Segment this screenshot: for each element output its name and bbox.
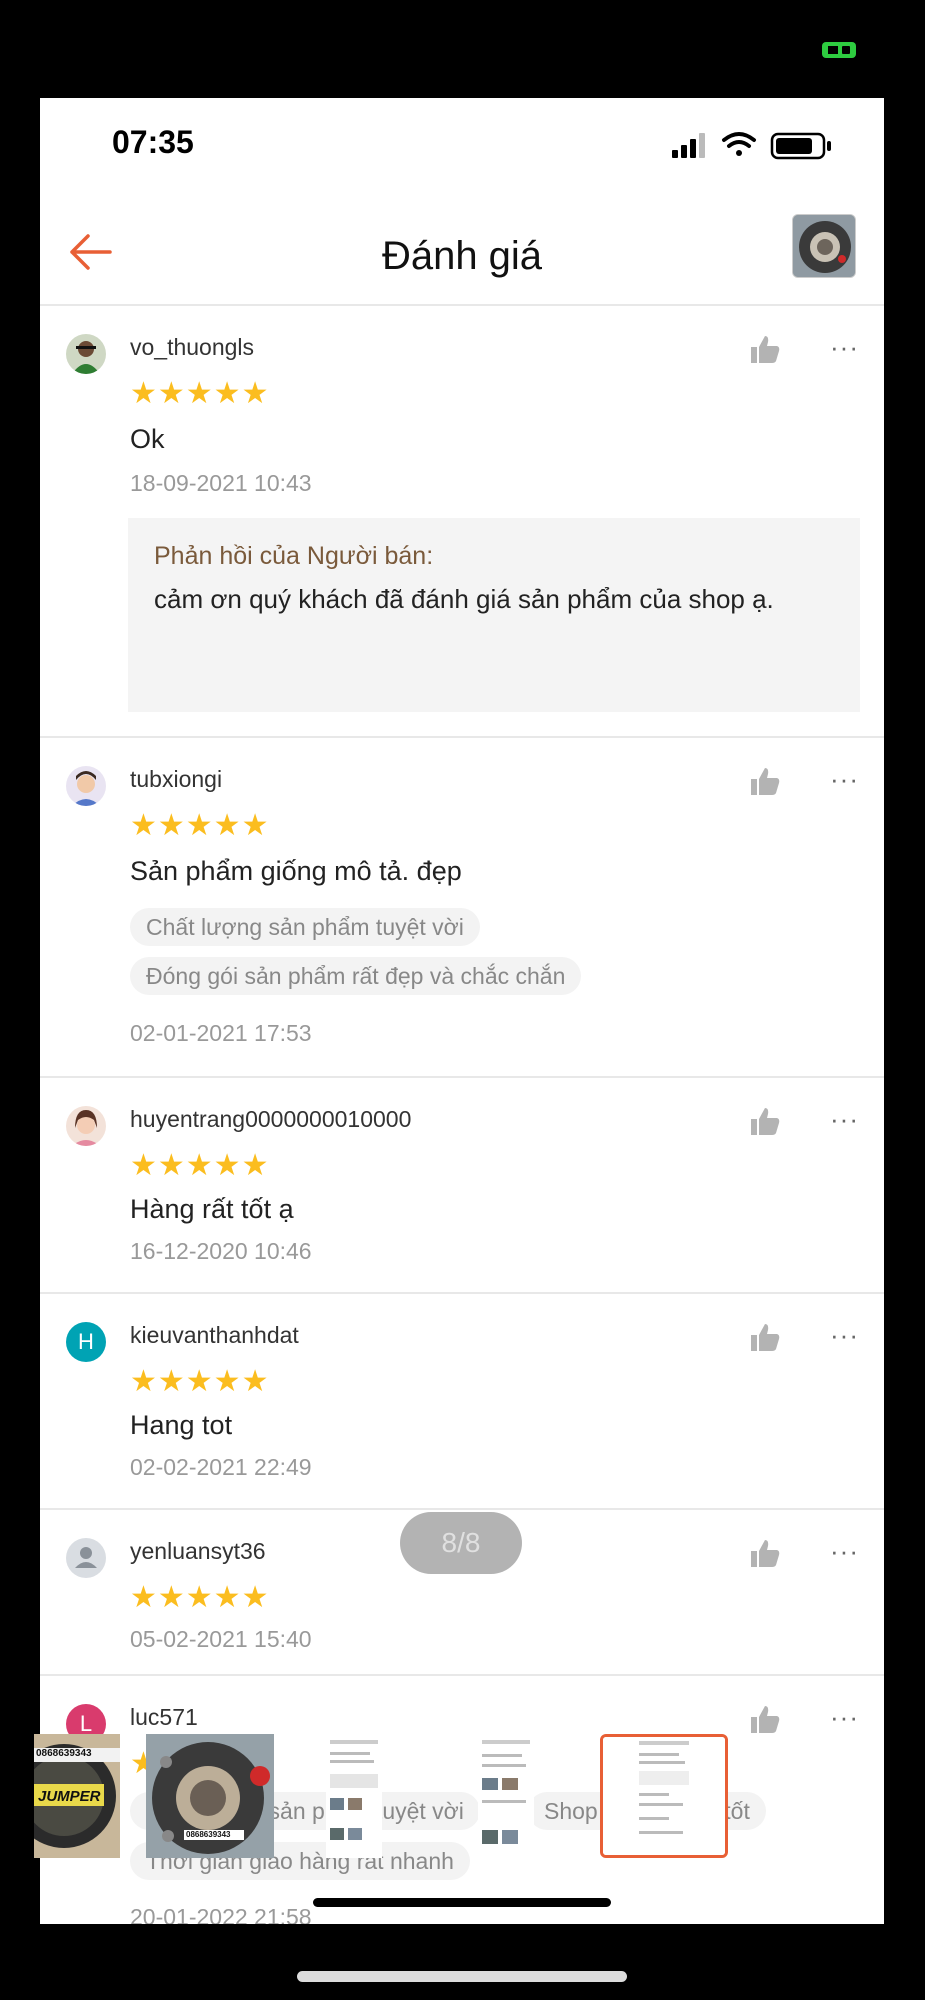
review-tag: Đóng gói sản phẩm rất đẹp và chắc chắn [130, 957, 582, 995]
star-rating: ★★★★★ [130, 1581, 270, 1614]
star-rating: ★★★★★ [130, 377, 270, 410]
review-comment: Ok [130, 424, 165, 454]
more-options-icon[interactable]: ··· [830, 764, 860, 798]
phone-screen: 07:35 Đánh giá vo_thuongls ··· ★★★★★ Ok … [40, 98, 884, 1924]
review-username[interactable]: tubxiongi [130, 766, 222, 793]
avatar[interactable] [66, 1106, 106, 1146]
image-thumbnail[interactable]: 0868639343 [146, 1734, 274, 1858]
wifi-icon [722, 132, 756, 156]
like-icon[interactable] [748, 1320, 782, 1354]
review-item: tubxiongi ··· ★★★★★ Sản phẩm giống mô tả… [40, 738, 884, 1078]
more-options-icon[interactable]: ··· [830, 1104, 860, 1138]
review-date: 02-01-2021 17:53 [130, 1020, 312, 1046]
avatar[interactable] [66, 766, 106, 806]
like-icon[interactable] [748, 764, 782, 798]
review-item: vo_thuongls ··· ★★★★★ Ok 18-09-2021 10:4… [40, 306, 884, 738]
review-username[interactable]: vo_thuongls [130, 334, 254, 361]
avatar[interactable] [66, 334, 106, 374]
seller-reply-text: cảm ơn quý khách đã đánh giá sản phẩm củ… [154, 584, 774, 614]
home-indicator [297, 1971, 627, 1982]
review-date: 20-01-2022 21:58 [130, 1904, 312, 1924]
like-icon[interactable] [748, 332, 782, 366]
avatar[interactable]: H [66, 1322, 106, 1362]
default-user-icon [75, 1547, 97, 1568]
review-comment: Hang tot [130, 1410, 233, 1440]
star-rating: ★★★★★ [130, 1365, 270, 1398]
avatar[interactable] [66, 1538, 106, 1578]
thumbnail-phone-text: 0868639343 [36, 1748, 92, 1759]
page-title: Đánh giá [381, 234, 543, 278]
review-date: 05-02-2021 15:40 [130, 1626, 312, 1652]
seller-reply: Phản hồi của Người bán: cảm ơn quý khách… [128, 518, 860, 712]
screen-record-icon [822, 42, 856, 58]
more-options-icon[interactable]: ··· [830, 1702, 860, 1736]
like-icon[interactable] [748, 1104, 782, 1138]
review-username[interactable]: yenluansyt36 [130, 1538, 266, 1565]
status-time: 07:35 [112, 124, 194, 160]
battery-icon [770, 132, 831, 160]
review-tag: Chất lượng sản phẩm tuyệt vời [130, 908, 480, 946]
image-thumbnail[interactable] [326, 1734, 382, 1858]
image-thumbnail-selected[interactable] [600, 1734, 728, 1858]
product-thumbnail[interactable] [792, 214, 856, 278]
review-item: H kieuvanthanhdat ··· ★★★★★ Hang tot 02-… [40, 1294, 884, 1510]
like-icon[interactable] [748, 1536, 782, 1570]
seller-reply-label: Phản hồi của Người bán: [154, 542, 434, 570]
review-date: 16-12-2020 10:46 [130, 1238, 312, 1264]
image-thumbnail[interactable]: 0868639343 JUMPER [34, 1734, 120, 1858]
thumbnail-brand-text: JUMPER [38, 1788, 101, 1805]
thumbnail-phone-text: 0868639343 [186, 1830, 231, 1839]
status-bar: 07:35 [40, 98, 884, 188]
review-username[interactable]: kieuvanthanhdat [130, 1322, 299, 1349]
image-page-indicator: 8/8 [400, 1512, 522, 1574]
review-comment: Sản phẩm giống mô tả. đẹp [130, 856, 462, 886]
star-rating: ★★★★★ [130, 1149, 270, 1182]
review-date: 02-02-2021 22:49 [130, 1454, 312, 1480]
review-item: huyentrang0000000010000 ··· ★★★★★ Hàng r… [40, 1078, 884, 1294]
review-username[interactable]: huyentrang0000000010000 [130, 1106, 411, 1133]
review-date: 18-09-2021 10:43 [130, 470, 312, 496]
image-thumbnail[interactable] [478, 1734, 534, 1858]
more-options-icon[interactable]: ··· [830, 1320, 860, 1354]
review-username[interactable]: luc571 [130, 1704, 198, 1731]
review-header: Đánh giá [40, 208, 884, 306]
review-comment: Hàng rất tốt ạ [130, 1194, 294, 1224]
scroll-indicator [313, 1898, 611, 1907]
status-icons [672, 132, 831, 160]
signal-icon [672, 133, 705, 158]
like-icon[interactable] [748, 1702, 782, 1736]
more-options-icon[interactable]: ··· [830, 1536, 860, 1570]
star-rating: ★★★★★ [130, 809, 270, 842]
more-options-icon[interactable]: ··· [830, 332, 860, 366]
image-thumbnail-strip: 0868639343 JUMPER 0868639343 [34, 1734, 734, 1858]
